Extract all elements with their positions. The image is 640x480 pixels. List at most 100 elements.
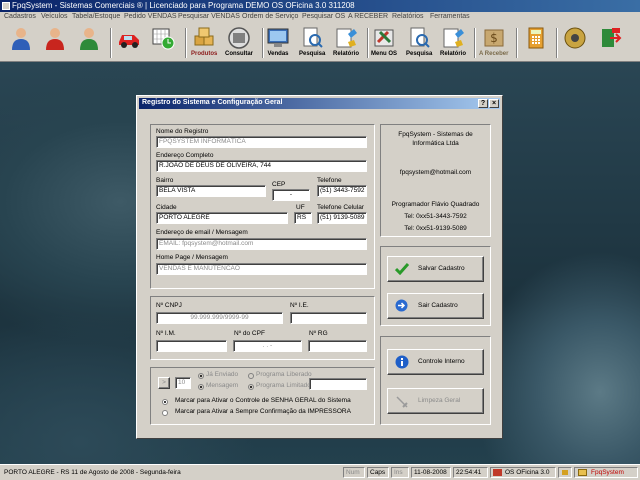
label-cidade: Cidade	[156, 204, 177, 211]
info-company-line2: Informática Ltda	[412, 140, 459, 147]
registration-dialog: Registro do Sistema e Configuração Geral…	[136, 95, 503, 439]
impressora-radio[interactable]	[162, 410, 168, 416]
brand-icon	[578, 469, 587, 476]
app-icon	[2, 2, 10, 10]
toolbar-relatorio-vendas-label: Relatório	[333, 51, 360, 57]
telefone-field[interactable]: (51) 3443-7592	[317, 185, 367, 197]
limpeza-geral-button[interactable]: Limpeza Geral	[387, 388, 484, 414]
menu-pesquisar-os[interactable]: Pesquisar OS	[302, 13, 345, 20]
cnpj-field[interactable]: 99.999.999/9999-99	[156, 312, 283, 324]
programa-liberado-label: Programa Liberado	[256, 371, 312, 378]
cep-field[interactable]: -	[272, 189, 310, 201]
form-panel: Nome do Registro FPQSYSTEM INFORMÁTICA E…	[150, 124, 375, 289]
status-lock	[558, 467, 572, 478]
senha-geral-label: Marcar para Ativar o Controle de SENHA G…	[175, 397, 351, 404]
ie-field[interactable]	[290, 312, 367, 324]
options-panel: > 10 Já Enviado Programa Liberado Mensag…	[150, 367, 375, 425]
controle-interno-label: Controle Interno	[418, 358, 465, 365]
menu-pedido-vendas[interactable]: Pedido VENDAS	[124, 13, 177, 20]
toolbar-consultar-button[interactable]: Consultar	[225, 25, 253, 59]
toolbar-pesquisa-vendas-button[interactable]: Pesquisa	[299, 25, 325, 59]
toolbar-fornecedores-button[interactable]	[43, 25, 67, 59]
senha-geral-radio[interactable]	[162, 399, 168, 405]
toolbar-relatorio-os-button[interactable]: Relatório	[440, 25, 466, 59]
dialog-titlebar: Registro do Sistema e Configuração Geral…	[139, 98, 500, 109]
counter-field[interactable]: 10	[175, 377, 191, 389]
status-time: 22:54:41	[453, 467, 488, 478]
label-cnpj: Nº CNPJ	[156, 302, 182, 309]
status-app-label: OS OFicina 3.0	[505, 469, 550, 476]
programa-liberado-radio[interactable]	[248, 373, 254, 379]
mensagem-field[interactable]	[309, 378, 367, 390]
sair-cadastro-button[interactable]: Sair Cadastro	[387, 293, 484, 319]
exit-door-icon	[602, 28, 622, 47]
label-homepage: Home Page / Mensagem	[156, 254, 228, 261]
label-bairro: Bairro	[156, 177, 174, 184]
toolbar-funcionarios-button[interactable]	[77, 25, 101, 59]
email-field[interactable]: EMAIL: fpqsystem@hotmail.com	[156, 238, 367, 250]
salvar-cadastro-label: Salvar Cadastro	[418, 265, 465, 272]
rg-field[interactable]	[308, 340, 367, 352]
homepage-field[interactable]: VENDAS E MANUTENCAO	[156, 263, 367, 275]
barcode-icon	[228, 27, 250, 49]
toolbar-a-receber-button[interactable]: $ A Receber	[479, 25, 508, 59]
toolbar-menu-os-button[interactable]: Menu OS	[371, 25, 397, 59]
info-icon	[395, 355, 409, 369]
salvar-cadastro-button[interactable]: Salvar Cadastro	[387, 256, 484, 282]
toolbar-agenda-button[interactable]	[151, 25, 175, 59]
menu-cadastros[interactable]: Cadastros	[4, 13, 36, 20]
menu-tabela-estoque[interactable]: Tabela/Estoque	[72, 13, 120, 20]
controle-interno-button[interactable]: Controle Interno	[387, 349, 484, 375]
help-button[interactable]: ?	[478, 99, 488, 108]
status-bar: PORTO ALEGRE - RS 11 de Agosto de 2008 -…	[0, 464, 640, 480]
label-cpf: Nº do CPF	[234, 330, 265, 337]
nome-field[interactable]: FPQSYSTEM INFORMÁTICA	[156, 136, 367, 148]
info-telefone: Tel: 0xx51-3443-7592	[404, 213, 467, 220]
menu-a-receber[interactable]: A RECEBER	[348, 13, 388, 20]
toolbar-calculadora-button[interactable]	[524, 25, 548, 59]
monitor-icon	[267, 28, 289, 47]
toolbar-sair-button[interactable]	[598, 25, 622, 59]
svg-text:$: $	[490, 31, 498, 45]
menu-ordem-servico[interactable]: Ordem de Serviço	[242, 13, 298, 20]
uf-field[interactable]: RS	[294, 212, 312, 224]
toolbar-clientes-button[interactable]	[9, 25, 33, 59]
person-red-icon	[46, 28, 64, 50]
close-button[interactable]: ×	[489, 99, 499, 108]
boxes-icon	[194, 27, 214, 46]
toolbar-consultar-label: Consultar	[225, 51, 254, 57]
label-ie: Nº I.E.	[290, 302, 309, 309]
ja-enviado-radio[interactable]	[198, 373, 204, 379]
programa-limitado-radio[interactable]	[248, 384, 254, 390]
label-telefone: Telefone	[317, 177, 342, 184]
mensagem-radio[interactable]	[198, 384, 204, 390]
limpeza-geral-label: Limpeza Geral	[418, 397, 461, 404]
disk-icon	[564, 27, 586, 49]
toolbar-vendas-button[interactable]: Vendas	[266, 25, 290, 59]
toolbar-pesquisa-os-button[interactable]: Pesquisa	[406, 25, 432, 59]
window-titlebar: FpqSystem - Sistemas Comerciais ® | Lice…	[0, 0, 640, 12]
info-company-line1: FpqSystem - Sistemas de	[398, 131, 473, 138]
toolbar-vendas-label: Vendas	[267, 51, 289, 57]
menu-veiculos[interactable]: Veículos	[41, 13, 67, 20]
checkmark-icon	[395, 263, 409, 275]
menu-pesquisar-vendas[interactable]: Pesquisar VENDAS	[178, 13, 240, 20]
cidade-field[interactable]: PORTO ALEGRE	[156, 212, 288, 224]
menu-relatorios[interactable]: Relatórios	[392, 13, 424, 20]
celular-field[interactable]: (51) 9139-5089	[317, 212, 367, 224]
status-brand: FpqSystem	[574, 467, 638, 478]
toolbar-backup-button[interactable]	[563, 25, 587, 59]
cpf-field[interactable]: . . -	[233, 340, 302, 352]
toolbar-relatorio-os-label: Relatório	[440, 51, 467, 57]
toolbar-relatorio-vendas-button[interactable]: Relatório	[333, 25, 359, 59]
toolbar-produtos-button[interactable]: Produtos	[191, 25, 217, 59]
documents-panel: Nº CNPJ Nº I.E. 99.999.999/9999-99 Nº I.…	[150, 296, 375, 360]
arrow-button[interactable]: >	[158, 377, 170, 389]
lock-icon	[562, 470, 568, 475]
menu-ferramentas[interactable]: Ferramentas	[430, 13, 470, 20]
im-field[interactable]	[156, 340, 227, 352]
endereco-field[interactable]: R.JOÃO DE DEUS DE OLIVEIRA, 744	[156, 160, 367, 172]
report-icon	[336, 28, 357, 48]
toolbar-veiculos-button[interactable]	[117, 25, 141, 59]
bairro-field[interactable]: BELA VISTA	[156, 185, 266, 197]
